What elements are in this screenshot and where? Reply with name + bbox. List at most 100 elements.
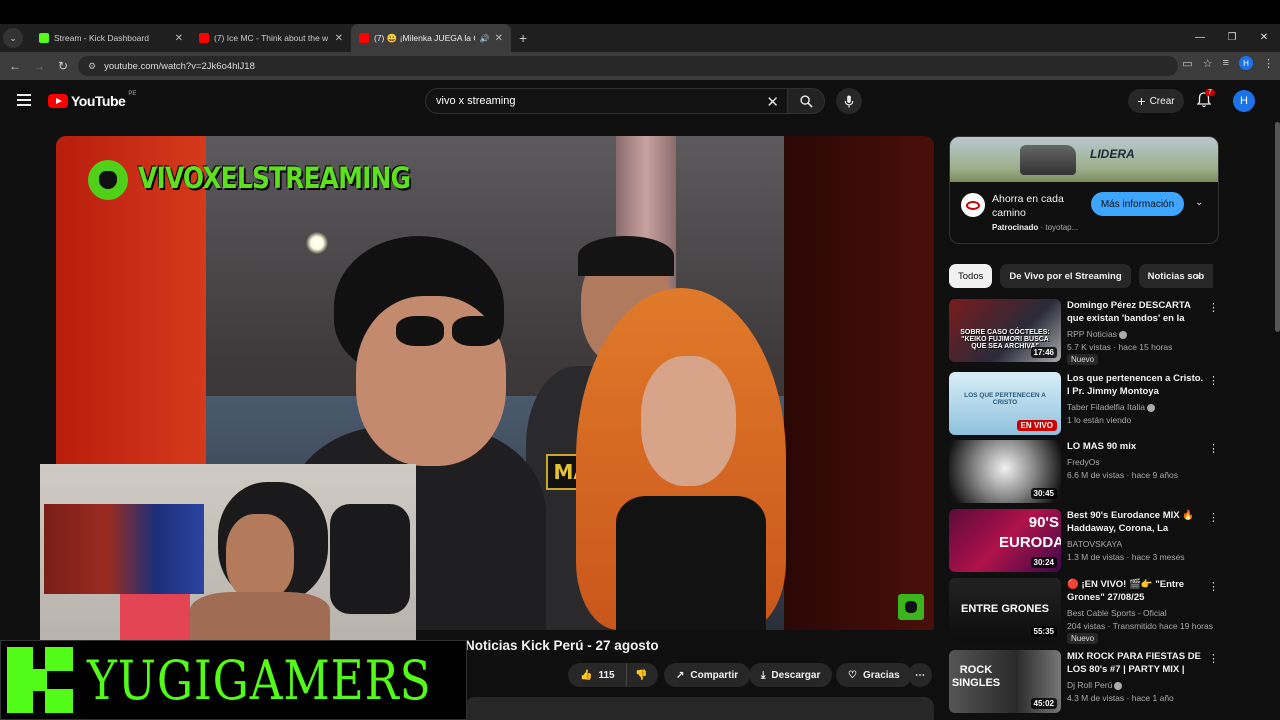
close-icon[interactable]: ✕	[335, 33, 343, 44]
reload-icon[interactable]: ↻	[51, 59, 75, 73]
description-box[interactable]	[465, 697, 934, 720]
page-scrollbar[interactable]	[1275, 122, 1280, 332]
download-icon: ⤓	[761, 669, 766, 681]
kebab-menu-icon[interactable]: ⋮	[1208, 511, 1219, 524]
video-thumbnail[interactable]: ROCK SINGLES 45:02	[949, 650, 1061, 713]
like-button[interactable]: 👍 115	[568, 663, 630, 687]
toolbar-actions: ▭ ☆ ≡ H ⋮	[1182, 56, 1274, 70]
cast-icon[interactable]: ▭	[1182, 57, 1192, 70]
browser-tab-3[interactable]: (7) 😀 ¡Milenka JUEGA la C 🔊 ✕	[351, 24, 511, 52]
sunglasses	[396, 316, 501, 348]
more-actions-button[interactable]: ⋯	[908, 663, 932, 687]
account-avatar[interactable]: H	[1233, 90, 1255, 112]
forward-icon[interactable]: →	[27, 59, 51, 73]
list-item[interactable]: LOS QUE PERTENECEN A CRISTO EN VIVO Los …	[949, 372, 1229, 436]
notifications-button[interactable]: 7	[1196, 89, 1215, 113]
browser-toolbar: ← → ↻ ⚙ youtube.com/watch?v=2Jk6o4hlJ18 …	[0, 52, 1280, 80]
video-title[interactable]: MIX ROCK PARA FIESTAS DE LOS 80's #7 | P…	[1067, 650, 1207, 676]
channel-name[interactable]: FredyOs	[1067, 457, 1100, 467]
voice-search-button[interactable]	[836, 88, 862, 114]
restore-icon[interactable]: ❐	[1216, 24, 1248, 52]
kebab-menu-icon[interactable]: ⋮	[1208, 301, 1219, 314]
video-dark-panel	[784, 136, 934, 630]
ad-sponsored-line: Patrocinado · toyotap...	[992, 223, 1078, 232]
tab-title: (7) Ice MC - Think about the w	[214, 33, 329, 43]
video-thumbnail[interactable]: 30:45	[949, 440, 1061, 503]
search-input[interactable]: vivo x streaming ✕	[425, 88, 788, 114]
address-bar[interactable]: ⚙ youtube.com/watch?v=2Jk6o4hlJ18	[78, 56, 1178, 76]
site-info-icon[interactable]: ⚙	[88, 61, 96, 72]
video-thumbnail[interactable]: SOBRE CASO CÓCTELES: "KEIKO FUJIMORI BUS…	[949, 299, 1061, 362]
video-title[interactable]: Best 90's Eurodance MIX 🔥 Haddaway, Coro…	[1067, 509, 1207, 535]
youtube-play-icon	[48, 94, 68, 108]
chevron-down-icon[interactable]: ⌄	[1195, 197, 1203, 208]
clear-search-icon[interactable]: ✕	[766, 93, 779, 111]
kebab-menu-icon[interactable]: ⋮	[1208, 580, 1219, 593]
channel-name[interactable]: RPP Noticias	[1067, 329, 1127, 339]
chevron-down-icon: ⌄	[9, 32, 17, 43]
verified-icon	[1146, 403, 1155, 412]
chip-de-vivo[interactable]: De Vivo por el Streaming	[1000, 264, 1131, 288]
close-icon[interactable]: ✕	[495, 33, 503, 44]
kebab-menu-icon[interactable]: ⋮	[1208, 442, 1219, 455]
close-window-icon[interactable]: ✕	[1248, 24, 1280, 52]
chevron-right-icon[interactable]: ›	[1196, 269, 1200, 283]
thanks-label: Gracias	[862, 669, 900, 681]
kebab-menu-icon[interactable]: ⋮	[1208, 374, 1219, 387]
streamer-body	[190, 592, 330, 640]
channel-name[interactable]: Dj Roll Perú	[1067, 680, 1123, 690]
minimize-icon[interactable]: —	[1184, 24, 1216, 52]
browser-tab-2[interactable]: (7) Ice MC - Think about the w ✕	[191, 24, 351, 52]
video-meta: 5.7 K vistas · hace 15 horas	[1067, 342, 1173, 352]
video-thumbnail[interactable]: LOS QUE PERTENECEN A CRISTO EN VIVO	[949, 372, 1061, 435]
close-icon[interactable]: ✕	[175, 33, 183, 44]
share-label: Compartir	[690, 669, 739, 681]
video-thumbnail[interactable]: 90'S EURODANCE 30:24	[949, 509, 1061, 572]
chip-noticias[interactable]: Noticias sob	[1138, 264, 1214, 288]
create-button[interactable]: + Crear	[1128, 89, 1184, 113]
back-icon[interactable]: ←	[3, 59, 27, 73]
list-item[interactable]: SOBRE CASO CÓCTELES: "KEIKO FUJIMORI BUS…	[949, 299, 1229, 365]
thanks-button[interactable]: ♡ Gracias	[836, 663, 912, 687]
media-controls-icon[interactable]: ≡	[1223, 57, 1229, 69]
video-title[interactable]: Los que pertenencen a Cristo. I Pr. Jimm…	[1067, 372, 1207, 398]
ad-banner-text: LIDERA	[1090, 147, 1135, 161]
kebab-menu-icon[interactable]: ⋮	[1263, 57, 1274, 70]
video-thumbnail[interactable]: ENTRE GRONES 55:35	[949, 578, 1061, 641]
like-count: 115	[598, 669, 615, 681]
new-tab-button[interactable]: +	[519, 30, 527, 46]
chip-todos[interactable]: Todos	[949, 264, 993, 288]
channel-logo-icon	[88, 160, 128, 200]
stream-banner: YUGIGAMERS	[0, 640, 467, 720]
bookmark-star-icon[interactable]: ☆	[1203, 57, 1213, 70]
verified-icon	[1118, 330, 1127, 339]
download-button[interactable]: ⤓ Descargar	[749, 663, 833, 687]
browser-profile-avatar[interactable]: H	[1239, 56, 1253, 70]
channel-name[interactable]: Taber Filadelfia Italia	[1067, 402, 1155, 412]
channel-name[interactable]: BATOVSKAYA	[1067, 539, 1122, 549]
share-button[interactable]: ↗ Compartir	[664, 663, 751, 687]
speaker-icon[interactable]: 🔊	[480, 34, 490, 43]
channel-name[interactable]: Best Cable Sports - Oficial	[1067, 608, 1167, 618]
list-item[interactable]: ROCK SINGLES 45:02 MIX ROCK PARA FIESTAS…	[949, 650, 1229, 714]
video-title[interactable]: 🔴 ¡EN VIVO! 🎬👉 "Entre Grones" 27/08/25	[1067, 578, 1207, 604]
video-title[interactable]: LO MAS 90 mix	[1067, 440, 1207, 453]
search-button[interactable]	[787, 88, 825, 114]
list-item[interactable]: 90'S EURODANCE 30:24 Best 90's Eurodance…	[949, 509, 1229, 573]
ad-title[interactable]: Ahorra en cada camino	[992, 192, 1087, 220]
heart-dollar-icon: ♡	[848, 669, 857, 681]
more-info-button[interactable]: Más información	[1091, 192, 1184, 216]
list-item[interactable]: 30:45 LO MAS 90 mix FredyOs 6.6 M de vis…	[949, 440, 1229, 504]
list-item[interactable]: ENTRE GRONES 55:35 🔴 ¡EN VIVO! 🎬👉 "Entre…	[949, 578, 1229, 644]
video-meta: 1 lo están viendo	[1067, 415, 1132, 425]
kebab-menu-icon[interactable]: ⋮	[1208, 652, 1219, 665]
dislike-button[interactable]: 👎	[626, 663, 658, 687]
banner-text: YUGIGAMERS	[87, 649, 432, 712]
youtube-logo[interactable]: YouTube PE	[48, 91, 136, 109]
thumbnail-text: ENTRE GRONES	[960, 603, 1049, 615]
tab-search-button[interactable]: ⌄	[3, 28, 23, 48]
video-title[interactable]: Domingo Pérez DESCARTA que existan 'band…	[1067, 299, 1207, 325]
hamburger-menu-icon[interactable]	[17, 94, 31, 106]
browser-tab-1[interactable]: Stream - Kick Dashboard ✕	[31, 24, 191, 52]
sponsored-ad-card[interactable]: LIDERA Ahorra en cada camino Patrocinado…	[949, 136, 1219, 244]
